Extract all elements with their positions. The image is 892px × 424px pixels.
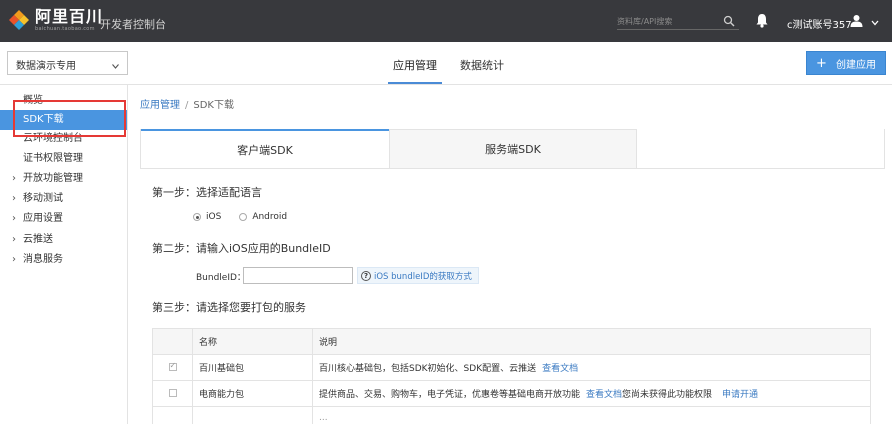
breadcrumb-current: SDK下载 bbox=[193, 100, 234, 111]
sidebar-item-label: 应用设置 bbox=[23, 213, 63, 224]
create-app-button[interactable]: + 创建应用 bbox=[806, 51, 886, 75]
create-app-label: 创建应用 bbox=[835, 59, 876, 71]
chevron-right-icon: › bbox=[12, 173, 16, 184]
service-desc-cell: 提供商品、交易、购物车，电子凭证，优惠卷等基础电商开放功能 查看文档您尚未获得此功… bbox=[312, 380, 871, 407]
search-input[interactable] bbox=[617, 14, 717, 28]
service-name: 电商能力包 bbox=[192, 380, 313, 407]
logo-title: 阿里百川 bbox=[35, 7, 104, 26]
chevron-right-icon: › bbox=[12, 254, 16, 265]
sidebar-item-label: 概览 bbox=[23, 95, 43, 106]
sidebar-item-overview[interactable]: 概览 bbox=[0, 91, 127, 111]
console-title: 开发者控制台 bbox=[100, 18, 166, 31]
chevron-down-icon bbox=[112, 61, 119, 69]
sidebar-item-label: 开放功能管理 bbox=[23, 173, 83, 184]
view-docs-link[interactable]: 查看文档 bbox=[586, 390, 622, 400]
tab-client-sdk[interactable]: 客户端SDK bbox=[141, 129, 389, 168]
top-bar: 阿里百川 baichuan.taobao.com 开发者控制台 c测试账号357 bbox=[0, 0, 892, 42]
chevron-right-icon: › bbox=[12, 234, 16, 245]
sidebar-item-label: 消息服务 bbox=[23, 254, 63, 265]
account-name[interactable]: c测试账号357 bbox=[787, 16, 852, 31]
tab-data-statistics[interactable]: 数据统计 bbox=[460, 57, 504, 73]
chevron-right-icon: › bbox=[12, 193, 16, 204]
question-icon: ? bbox=[361, 270, 371, 281]
bundleid-help-link[interactable]: ? iOS bundleID的获取方式 bbox=[357, 267, 479, 284]
step3-title: 第三步：请选择您要打包的服务 bbox=[152, 301, 306, 314]
service-desc: ... bbox=[312, 406, 871, 424]
service-table: 名称 说明 百川基础包 百川核心基础包，包括SDK初始化、SDK配置、云推送查看… bbox=[152, 328, 871, 424]
breadcrumb-link[interactable]: 应用管理 bbox=[140, 100, 180, 111]
sidebar: 概览 SDK下载 云环境控制台 证书权限管理 › 开放功能管理 › 移动测试 › 应用… bbox=[0, 85, 128, 424]
step1-title: 第一步：选择适配语言 bbox=[152, 186, 262, 199]
service-desc-cell: 百川核心基础包，包括SDK初始化、SDK配置、云推送 查看文档 bbox=[312, 354, 871, 381]
sidebar-item-cloud-push[interactable]: › 云推送 bbox=[0, 230, 127, 250]
active-tab-indicator bbox=[388, 82, 442, 84]
sidebar-item-cert-permissions[interactable]: 证书权限管理 bbox=[0, 149, 127, 169]
radio-label: Android bbox=[252, 212, 288, 222]
table-row: 百川基础包 百川核心基础包，包括SDK初始化、SDK配置、云推送查看文档 bbox=[152, 354, 871, 381]
language-radio-group: iOS Android bbox=[193, 212, 305, 222]
search-icon[interactable] bbox=[723, 15, 735, 27]
sidebar-item-sdk-download[interactable]: SDK下载 bbox=[0, 110, 127, 130]
app-select[interactable]: 数据演示专用 bbox=[7, 51, 128, 75]
search-box bbox=[617, 14, 739, 30]
apply-link[interactable]: 申请开通 bbox=[722, 390, 758, 400]
permission-note: 您尚未获得此功能权限 bbox=[622, 390, 713, 400]
sidebar-item-mobile-test[interactable]: › 移动测试 bbox=[0, 189, 127, 209]
bundleid-label: BundleID： bbox=[196, 273, 246, 283]
sdk-tabs: 客户端SDK 服务端SDK bbox=[140, 129, 885, 169]
sidebar-item-message-service[interactable]: › 消息服务 bbox=[0, 250, 127, 270]
sidebar-item-label: 证书权限管理 bbox=[23, 153, 83, 164]
sidebar-item-cloud-console[interactable]: 云环境控制台 bbox=[0, 129, 127, 149]
baichuan-logo-icon bbox=[8, 9, 30, 31]
user-icon[interactable] bbox=[850, 14, 863, 27]
tab-server-sdk[interactable]: 服务端SDK bbox=[389, 129, 637, 168]
service-desc: 提供商品、交易、购物车，电子凭证，优惠卷等基础电商开放功能 bbox=[319, 390, 581, 400]
sidebar-item-app-settings[interactable]: › 应用设置 bbox=[0, 209, 127, 229]
service-desc: 百川核心基础包，包括SDK初始化、SDK配置、云推送 bbox=[319, 364, 537, 374]
service-checkbox[interactable] bbox=[168, 361, 177, 371]
view-docs-link[interactable]: 查看文档 bbox=[542, 364, 578, 374]
sidebar-item-label: 云推送 bbox=[23, 234, 53, 245]
table-row: 电商能力包 提供商品、交易、购物车，电子凭证，优惠卷等基础电商开放功能 查看文档您… bbox=[152, 380, 871, 407]
radio-label: iOS bbox=[206, 212, 222, 222]
step2-title: 第二步：请输入iOS应用的BundleID bbox=[152, 242, 331, 255]
chevron-right-icon: › bbox=[12, 213, 16, 224]
tab-app-management[interactable]: 应用管理 bbox=[393, 57, 437, 73]
table-header-row: 名称 说明 bbox=[152, 328, 871, 355]
table-row: ... bbox=[152, 406, 871, 424]
breadcrumb: 应用管理 / SDK下载 bbox=[140, 96, 234, 111]
chevron-down-icon[interactable] bbox=[871, 18, 879, 26]
column-header: 说明 bbox=[312, 328, 871, 355]
radio-android[interactable] bbox=[239, 213, 248, 221]
service-checkbox[interactable] bbox=[168, 389, 177, 397]
app-select-value: 数据演示专用 bbox=[16, 61, 76, 72]
help-link-label: iOS bundleID的获取方式 bbox=[374, 271, 472, 282]
sidebar-item-label: 云环境控制台 bbox=[23, 133, 83, 144]
breadcrumb-separator: / bbox=[185, 100, 189, 111]
sidebar-item-open-features[interactable]: › 开放功能管理 bbox=[0, 169, 127, 189]
plus-icon: + bbox=[816, 55, 827, 71]
column-header bbox=[152, 328, 193, 355]
sidebar-item-label: SDK下载 bbox=[23, 114, 64, 125]
sub-header: 数据演示专用 应用管理 数据统计 + 创建应用 bbox=[0, 42, 892, 85]
radio-ios[interactable] bbox=[193, 213, 201, 221]
logo-subtitle: baichuan.taobao.com bbox=[35, 26, 95, 32]
logo[interactable]: 阿里百川 baichuan.taobao.com bbox=[8, 9, 103, 32]
bell-icon[interactable] bbox=[755, 13, 769, 28]
column-header: 名称 bbox=[192, 328, 313, 355]
sidebar-item-label: 移动测试 bbox=[23, 193, 63, 204]
service-name: 百川基础包 bbox=[192, 354, 313, 381]
bundleid-input[interactable] bbox=[243, 267, 353, 284]
